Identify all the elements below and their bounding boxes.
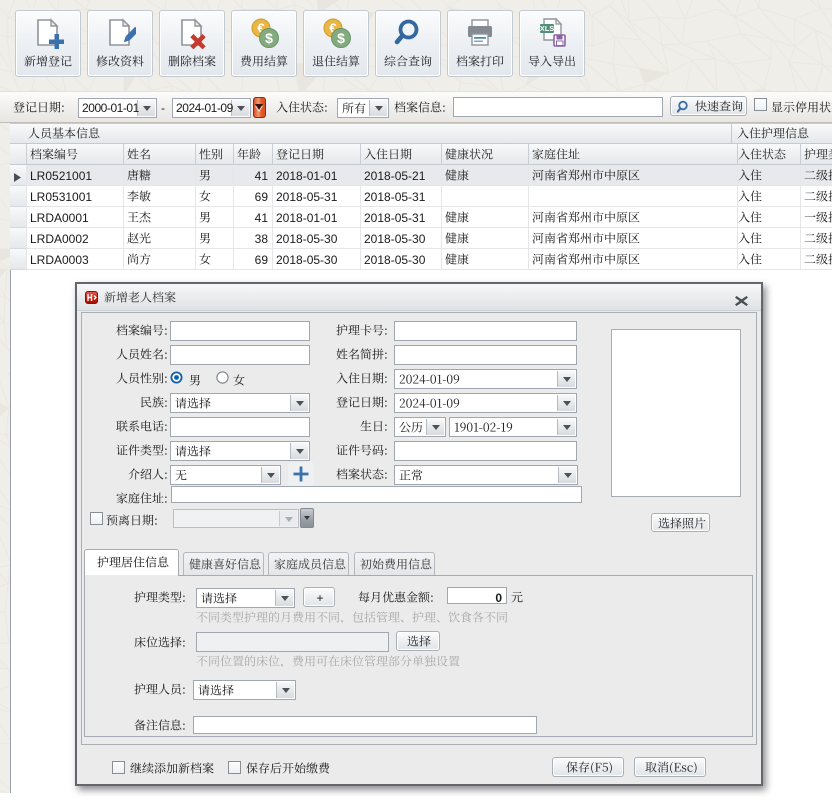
svg-text:XLS: XLS: [540, 24, 555, 33]
svg-text:$: $: [265, 30, 273, 46]
svg-text:$: $: [337, 30, 345, 46]
